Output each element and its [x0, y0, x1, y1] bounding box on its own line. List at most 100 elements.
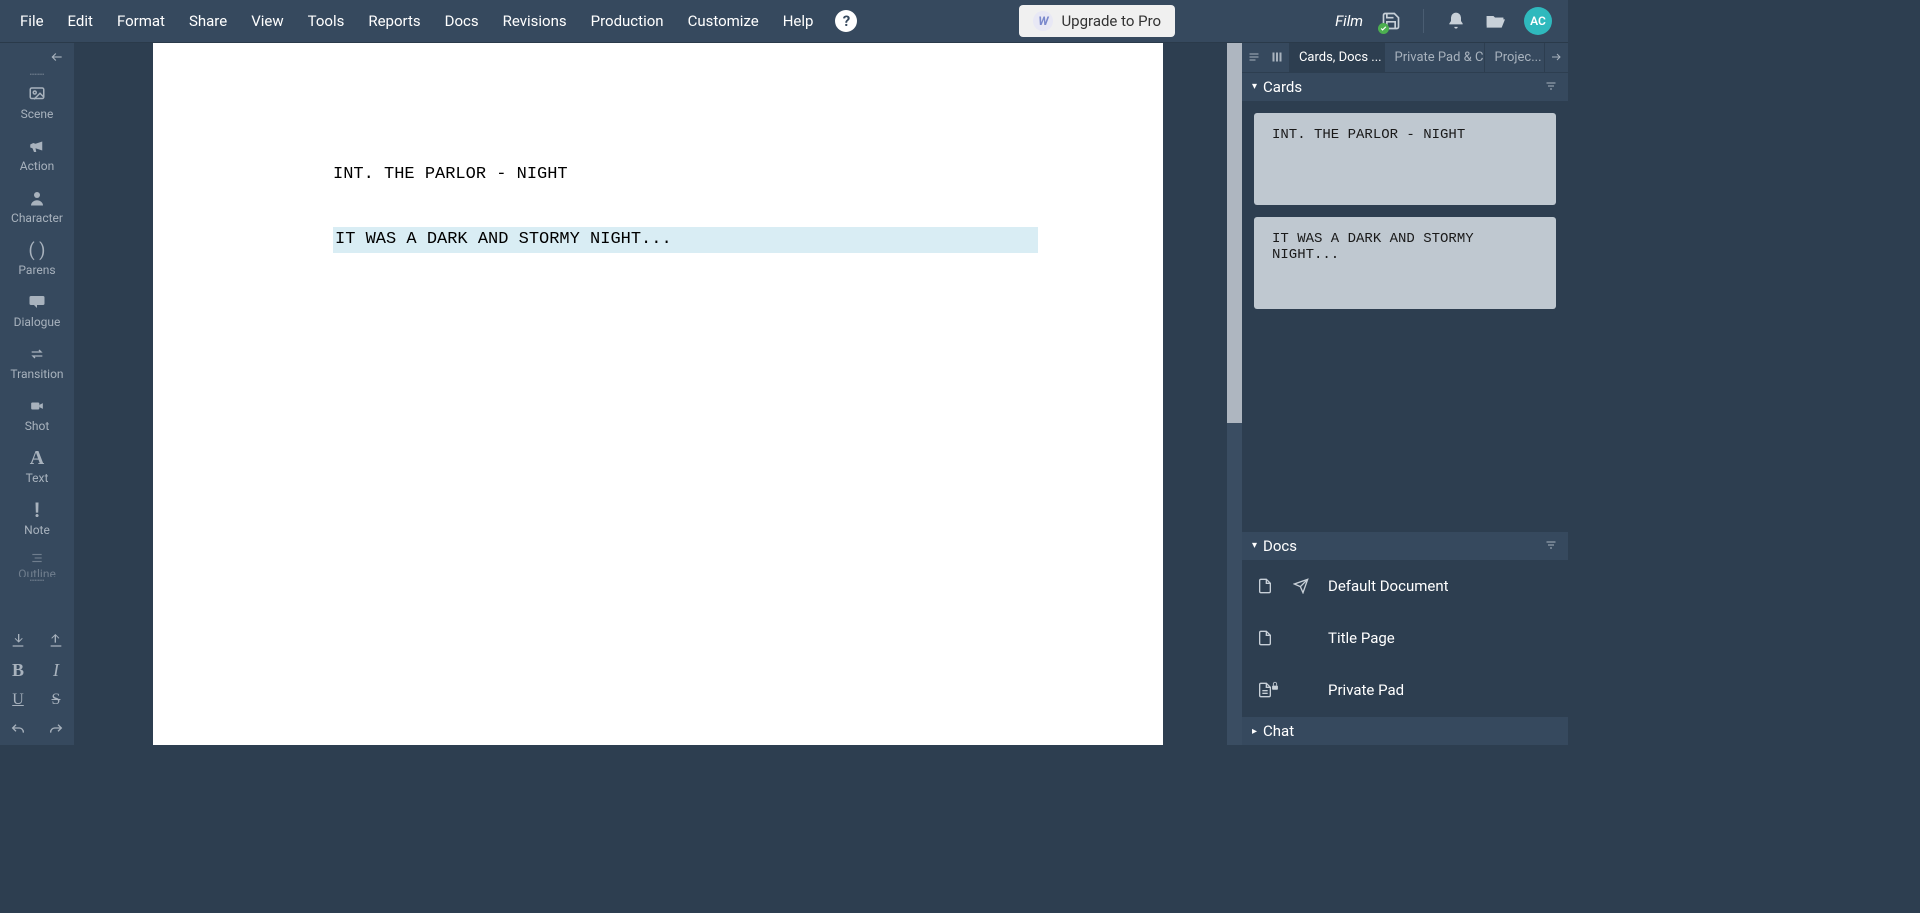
italic-button[interactable]: I — [46, 660, 66, 680]
save-button[interactable] — [1381, 11, 1401, 31]
menu-production[interactable]: Production — [579, 0, 676, 43]
caret-down-icon: ▾ — [1252, 81, 1257, 92]
menu-docs[interactable]: Docs — [433, 0, 491, 43]
cards-panel-header[interactable]: ▾ Cards — [1242, 72, 1568, 101]
cards-list: INT. THE PARLOR - NIGHT IT WAS A DARK AN… — [1242, 101, 1568, 531]
tool-character[interactable]: Character — [0, 181, 74, 233]
bullhorn-icon — [27, 135, 47, 157]
parens-icon: ( ) — [29, 239, 46, 261]
tool-shot[interactable]: Shot — [0, 389, 74, 441]
tool-label: Outline — [18, 567, 56, 577]
text-icon: A — [30, 447, 44, 469]
image-icon — [26, 83, 48, 105]
right-tab-cards-docs[interactable]: Cards, Docs ... — [1289, 43, 1385, 72]
caret-right-icon: ▸ — [1252, 726, 1257, 737]
tool-label: Text — [26, 471, 49, 485]
tool-label: Parens — [18, 263, 55, 277]
right-tab-project[interactable]: Projec... — [1485, 43, 1545, 72]
action-line[interactable]: IT WAS A DARK AND STORMY NIGHT... — [333, 227, 1038, 253]
wd-logo-icon: W — [1033, 11, 1053, 31]
right-tabs: Cards, Docs ... Private Pad & Co... Proj… — [1242, 43, 1568, 72]
menu-tools[interactable]: Tools — [296, 0, 357, 43]
scrollbar-thumb[interactable] — [1227, 43, 1242, 423]
help-icon[interactable]: ? — [835, 10, 857, 32]
filter-icon[interactable] — [1544, 537, 1558, 555]
tool-note[interactable]: ! Note — [0, 493, 74, 545]
tool-transition[interactable]: Transition — [0, 337, 74, 389]
tabs-grid-button[interactable] — [1265, 43, 1288, 72]
filter-icon[interactable] — [1544, 78, 1558, 96]
tool-label: Note — [24, 523, 50, 537]
format-label[interactable]: Film — [1335, 12, 1363, 30]
divider — [1423, 9, 1424, 33]
upgrade-button[interactable]: W Upgrade to Pro — [1019, 5, 1175, 37]
menu-reports[interactable]: Reports — [356, 0, 432, 43]
swap-icon — [27, 343, 47, 365]
card[interactable]: IT WAS A DARK AND STORMY NIGHT... — [1254, 217, 1556, 309]
menu-share[interactable]: Share — [177, 0, 239, 43]
expand-sidebar-button[interactable] — [1545, 43, 1568, 72]
chat-panel-title: Chat — [1263, 722, 1294, 740]
tool-label: Action — [20, 159, 54, 173]
menu-format[interactable]: Format — [105, 0, 177, 43]
docs-panel-header[interactable]: ▾ Docs — [1242, 531, 1568, 560]
menu-file[interactable]: File — [8, 0, 56, 43]
exclaim-icon: ! — [34, 499, 39, 521]
docs-list: Default Document Title Page Private Pad — [1242, 560, 1568, 716]
menu-revisions[interactable]: Revisions — [491, 0, 579, 43]
scrollbar[interactable] — [1227, 43, 1242, 745]
card[interactable]: INT. THE PARLOR - NIGHT — [1254, 113, 1556, 205]
doc-default[interactable]: Default Document — [1242, 560, 1568, 612]
tool-text[interactable]: A Text — [0, 441, 74, 493]
document-icon — [1256, 629, 1274, 647]
tool-label: Shot — [25, 419, 50, 433]
notifications-button[interactable] — [1446, 11, 1466, 31]
doc-label: Private Pad — [1328, 681, 1404, 699]
tool-parens[interactable]: ( ) Parens — [0, 233, 74, 285]
upload-button[interactable] — [46, 630, 66, 650]
doc-label: Default Document — [1328, 577, 1449, 595]
script-page[interactable]: INT. THE PARLOR - NIGHT IT WAS A DARK AN… — [153, 43, 1163, 745]
scene-heading[interactable]: INT. THE PARLOR - NIGHT — [333, 163, 1067, 187]
caret-down-icon: ▾ — [1252, 540, 1257, 551]
redo-button[interactable] — [46, 720, 66, 740]
strikethrough-button[interactable]: S — [46, 690, 66, 710]
speech-icon — [27, 291, 47, 313]
tabs-menu-button[interactable] — [1242, 43, 1265, 72]
chat-panel-header[interactable]: ▸ Chat — [1242, 716, 1568, 745]
doc-private-pad[interactable]: Private Pad — [1242, 664, 1568, 716]
tool-outline[interactable]: Outline — [0, 545, 74, 577]
tool-scene[interactable]: Scene — [0, 77, 74, 129]
tool-label: Character — [11, 211, 63, 225]
download-button[interactable] — [8, 630, 28, 650]
undo-button[interactable] — [8, 720, 28, 740]
menu-view[interactable]: View — [239, 0, 295, 43]
underline-button[interactable]: U — [8, 690, 28, 710]
right-tab-private-pad[interactable]: Private Pad & Co... — [1385, 43, 1485, 72]
camera-icon — [27, 395, 47, 417]
menu-customize[interactable]: Customize — [676, 0, 771, 43]
save-ok-icon — [1378, 23, 1389, 34]
tool-label: Transition — [10, 367, 63, 381]
drag-handle-icon[interactable]: ┅┅┅ — [0, 577, 74, 583]
open-folder-button[interactable] — [1484, 11, 1506, 31]
document-icon — [1256, 577, 1274, 595]
left-sidebar: ┅┅┅ Scene Action Character ( ) Parens Di… — [0, 43, 74, 745]
doc-label: Title Page — [1328, 629, 1395, 647]
menu-edit[interactable]: Edit — [56, 0, 105, 43]
cards-panel-title: Cards — [1263, 78, 1302, 96]
bold-button[interactable]: B — [8, 660, 28, 680]
avatar[interactable]: AC — [1524, 7, 1552, 35]
sidebar-collapse[interactable] — [0, 43, 74, 71]
tool-dialogue[interactable]: Dialogue — [0, 285, 74, 337]
docs-panel-title: Docs — [1263, 537, 1297, 555]
editor-area: INT. THE PARLOR - NIGHT IT WAS A DARK AN… — [74, 43, 1242, 745]
person-icon — [28, 187, 46, 209]
upgrade-label: Upgrade to Pro — [1061, 12, 1161, 30]
location-icon — [1292, 578, 1310, 594]
menu-help[interactable]: Help — [771, 0, 826, 43]
tool-action[interactable]: Action — [0, 129, 74, 181]
right-sidebar: Cards, Docs ... Private Pad & Co... Proj… — [1242, 43, 1568, 745]
menubar: File Edit Format Share View Tools Report… — [0, 0, 1568, 43]
doc-title-page[interactable]: Title Page — [1242, 612, 1568, 664]
